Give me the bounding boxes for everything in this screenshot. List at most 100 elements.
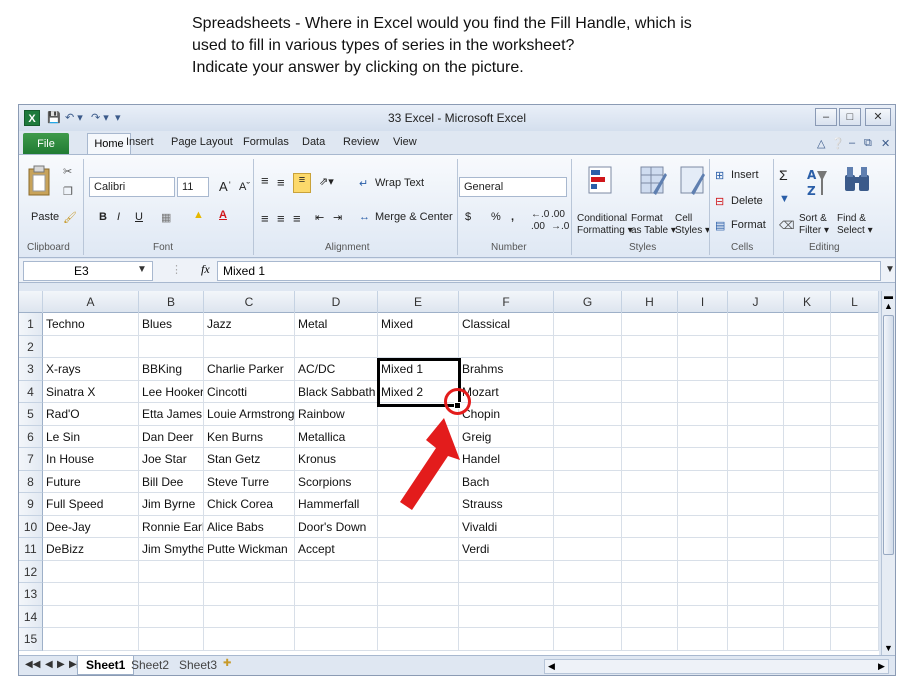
help-icon[interactable]: ❔ xyxy=(831,137,845,150)
cell[interactable] xyxy=(784,605,831,628)
cell[interactable] xyxy=(43,560,139,583)
cell[interactable] xyxy=(784,628,831,651)
format-as-table-button[interactable]: Format as Table ▾ xyxy=(631,213,676,237)
row-header[interactable]: 5 xyxy=(19,403,43,426)
cell[interactable]: Mixed xyxy=(378,313,459,336)
align-bottom-icon[interactable]: ≡ xyxy=(293,173,311,193)
sheet-tab-sheet2[interactable]: Sheet2 xyxy=(123,656,177,675)
tab-page-layout[interactable]: Page Layout xyxy=(171,136,233,148)
cell[interactable] xyxy=(678,335,728,358)
cell[interactable]: Verdi xyxy=(459,538,554,561)
cell[interactable]: Metallica xyxy=(295,425,378,448)
cell[interactable] xyxy=(831,560,879,583)
column-header-a[interactable]: A xyxy=(43,291,139,313)
decrease-decimal-icon[interactable]: .00 →.0 xyxy=(551,209,569,233)
cell[interactable] xyxy=(622,448,678,471)
cell[interactable] xyxy=(678,560,728,583)
cell[interactable] xyxy=(784,493,831,516)
cell[interactable] xyxy=(784,448,831,471)
cell[interactable] xyxy=(378,515,459,538)
format-as-table-icon[interactable] xyxy=(639,165,667,197)
cell[interactable]: Brahms xyxy=(459,358,554,381)
cell[interactable]: X-rays xyxy=(43,358,139,381)
cell[interactable]: Stan Getz xyxy=(204,448,295,471)
cell[interactable] xyxy=(678,493,728,516)
cell[interactable] xyxy=(622,358,678,381)
scroll-down-icon[interactable]: ▼ xyxy=(884,643,893,653)
cell[interactable] xyxy=(678,515,728,538)
cell[interactable] xyxy=(554,538,622,561)
cell[interactable] xyxy=(784,515,831,538)
cell[interactable] xyxy=(784,358,831,381)
paste-button[interactable]: Paste xyxy=(31,211,59,223)
expand-formula-icon[interactable]: ▼ xyxy=(885,264,895,275)
cell[interactable]: Full Speed xyxy=(43,493,139,516)
orientation-icon[interactable]: ⇗▾ xyxy=(319,175,334,188)
vertical-scroll-thumb[interactable] xyxy=(883,315,894,555)
cell[interactable] xyxy=(43,335,139,358)
cell[interactable]: Hammerfall xyxy=(295,493,378,516)
cell[interactable] xyxy=(678,380,728,403)
binoculars-icon[interactable] xyxy=(843,165,871,195)
cell[interactable]: Mozart xyxy=(459,380,554,403)
cell[interactable] xyxy=(554,358,622,381)
cell[interactable]: Ken Burns xyxy=(204,425,295,448)
cell[interactable] xyxy=(622,403,678,426)
tab-formulas[interactable]: Formulas xyxy=(243,136,289,148)
cell[interactable] xyxy=(784,380,831,403)
cell[interactable] xyxy=(554,583,622,606)
currency-button[interactable]: $ xyxy=(465,211,471,223)
row-header[interactable]: 3 xyxy=(19,358,43,381)
cell[interactable] xyxy=(728,448,784,471)
cell[interactable] xyxy=(622,605,678,628)
cell[interactable]: Le Sin xyxy=(43,425,139,448)
comma-button[interactable]: , xyxy=(511,211,514,223)
cell[interactable] xyxy=(554,560,622,583)
format-painter-icon[interactable]: 🖌 xyxy=(63,211,77,224)
cell[interactable] xyxy=(728,335,784,358)
merge-center-button[interactable]: Merge & Center xyxy=(375,211,453,223)
increase-indent-icon[interactable]: ⇥ xyxy=(333,211,342,224)
merge-center-icon[interactable]: ↔ xyxy=(359,211,370,223)
minimize-button[interactable]: – xyxy=(815,108,837,126)
cell[interactable] xyxy=(459,560,554,583)
tab-data[interactable]: Data xyxy=(302,136,325,148)
cell[interactable] xyxy=(622,470,678,493)
cell[interactable]: Techno xyxy=(43,313,139,336)
next-sheet-icon[interactable]: ▶ xyxy=(57,659,65,670)
decrease-indent-icon[interactable]: ⇤ xyxy=(315,211,324,224)
cell[interactable] xyxy=(728,470,784,493)
cell[interactable] xyxy=(728,515,784,538)
cell[interactable] xyxy=(43,628,139,651)
cell[interactable] xyxy=(378,583,459,606)
cell[interactable] xyxy=(784,335,831,358)
find-select-button[interactable]: Find & Select ▾ xyxy=(837,213,873,237)
paste-icon[interactable] xyxy=(27,165,53,197)
cell[interactable] xyxy=(831,380,879,403)
tab-file[interactable]: File xyxy=(23,133,69,155)
cell[interactable]: Chopin xyxy=(459,403,554,426)
wrap-text-icon[interactable]: ↵ xyxy=(359,177,368,190)
cut-icon[interactable]: ✂ xyxy=(63,165,72,178)
cell[interactable]: Black Sabbath xyxy=(295,380,378,403)
delete-cells-button[interactable]: Delete xyxy=(731,195,763,207)
column-header-i[interactable]: I xyxy=(678,291,728,313)
minimize-workbook-icon[interactable]: – xyxy=(849,137,855,149)
cell[interactable] xyxy=(204,583,295,606)
cell[interactable] xyxy=(295,560,378,583)
sort-filter-icon[interactable]: A Z xyxy=(805,165,829,199)
fill-color-icon[interactable]: ▲ xyxy=(193,209,204,221)
cell[interactable] xyxy=(784,583,831,606)
cell[interactable] xyxy=(622,380,678,403)
cell[interactable] xyxy=(622,560,678,583)
cell[interactable] xyxy=(784,470,831,493)
column-header-h[interactable]: H xyxy=(622,291,678,313)
sort-filter-button[interactable]: Sort & Filter ▾ xyxy=(799,213,829,237)
tab-home[interactable]: Home xyxy=(87,133,131,156)
cell[interactable] xyxy=(139,560,204,583)
cell[interactable]: Greig xyxy=(459,425,554,448)
cell[interactable]: Classical xyxy=(459,313,554,336)
number-format-select[interactable]: General xyxy=(459,177,567,197)
cell-styles-icon[interactable] xyxy=(679,165,707,197)
cell[interactable]: Sinatra X xyxy=(43,380,139,403)
